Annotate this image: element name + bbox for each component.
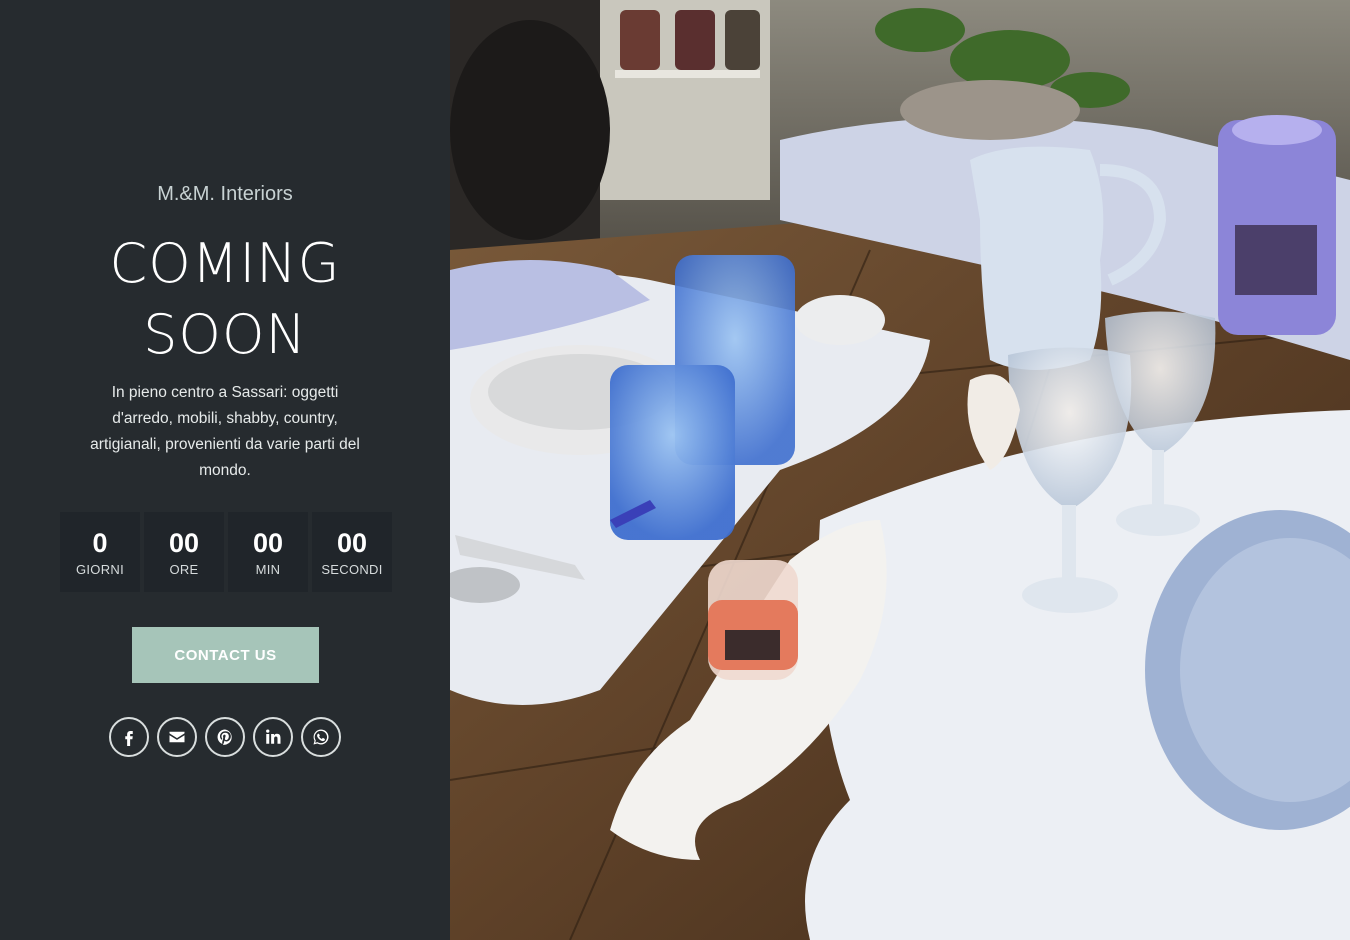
countdown-value: 00 <box>336 527 368 558</box>
whatsapp-link[interactable] <box>301 717 341 757</box>
whatsapp-icon <box>313 729 329 745</box>
pinterest-icon <box>217 729 232 745</box>
countdown-value: 00 <box>252 527 284 558</box>
countdown-label: MIN <box>255 561 281 577</box>
hero-photo <box>450 0 1350 940</box>
countdown-label: SECONDI <box>321 561 383 577</box>
contact-us-button[interactable]: CONTACT US <box>132 627 319 683</box>
facebook-icon <box>125 731 133 746</box>
linkedin-link[interactable] <box>253 717 293 757</box>
envelope-icon <box>169 731 185 743</box>
countdown-value: 00 <box>168 527 200 558</box>
facebook-link[interactable] <box>109 717 149 757</box>
countdown-hours: 00 ORE <box>144 512 224 592</box>
countdown-seconds: 00 SECONDI <box>312 512 392 592</box>
pinterest-link[interactable] <box>205 717 245 757</box>
countdown-days: 0 GIORNI <box>60 512 140 592</box>
social-links <box>109 717 341 757</box>
countdown-value: 0 <box>92 527 108 558</box>
headline-line-1: COMING <box>109 232 341 295</box>
page-title: COMING SOON <box>0 228 450 370</box>
left-panel: M.&M. Interiors COMING SOON In pieno cen… <box>0 0 450 940</box>
email-link[interactable] <box>157 717 197 757</box>
countdown-label: ORE <box>169 561 199 577</box>
countdown-minutes: 00 MIN <box>228 512 308 592</box>
countdown-label: GIORNI <box>75 561 125 577</box>
countdown: 0 GIORNI 00 ORE 00 MIN 00 SECONDI <box>60 512 392 592</box>
table-setting-photo <box>450 0 1350 940</box>
tagline: In pieno centro a Sassari: oggetti d'arr… <box>90 384 360 479</box>
brand-name: M.&M. Interiors <box>157 183 293 205</box>
headline-line-2: SOON <box>143 303 307 366</box>
linkedin-icon <box>266 729 281 744</box>
